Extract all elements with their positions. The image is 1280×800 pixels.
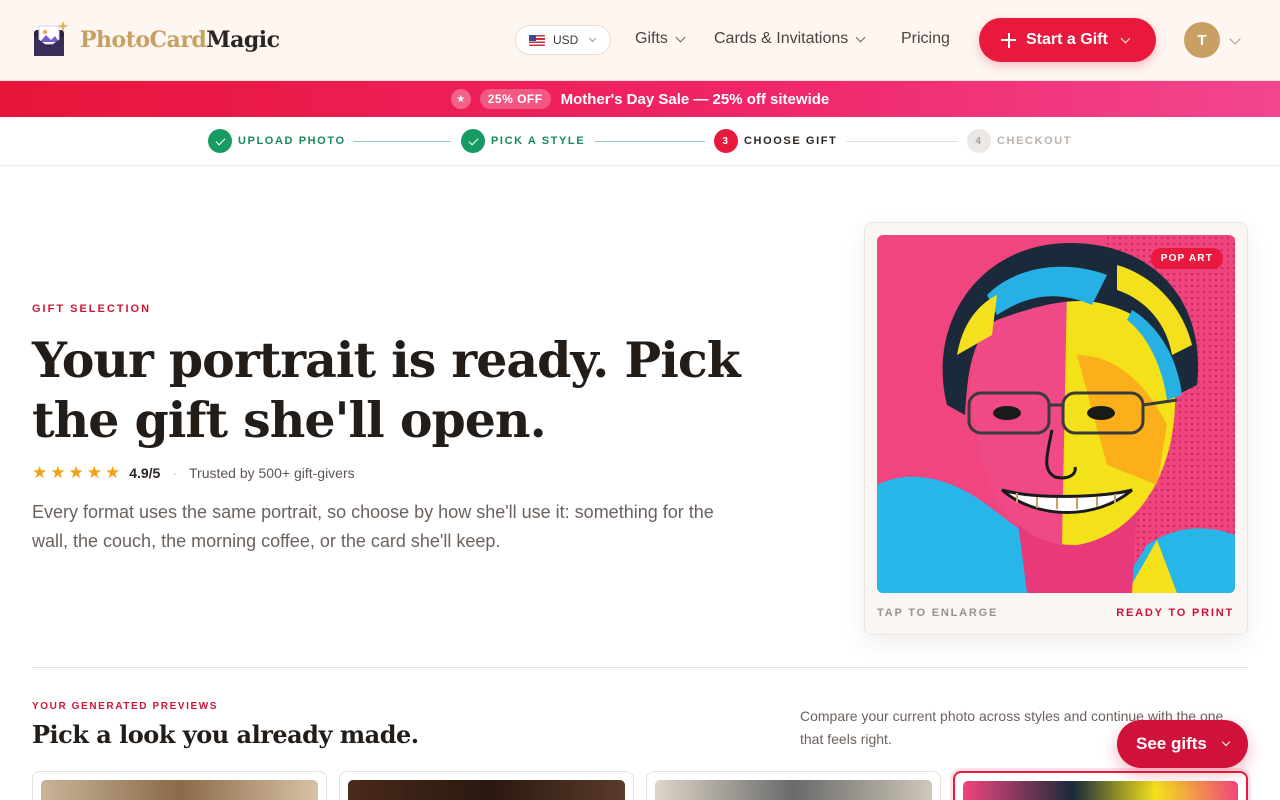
step-upload-photo[interactable]: UPLOAD PHOTO [208,129,346,153]
hero-description: Every format uses the same portrait, so … [32,502,714,551]
see-gifts-button[interactable]: See gifts [1117,720,1248,768]
step-complete-check-icon [208,129,232,153]
thumbnail-image [963,781,1238,800]
step-connector [353,141,451,142]
star-badge-icon: ★ [450,89,471,109]
thumbnail-image [41,780,318,800]
step-number: 3 [714,129,738,153]
preview-thumbnail[interactable] [339,771,634,800]
user-avatar[interactable]: T [1184,22,1220,58]
envelope-logo-icon [32,20,70,60]
promo-banner[interactable]: ★ 25% OFF Mother's Day Sale — 25% off si… [0,81,1280,117]
page-title: Your portrait is ready. Pick the gift sh… [32,331,741,449]
rating-value: 4.9/5 [129,465,161,481]
nav-pricing-label: Pricing [901,30,950,47]
preview-thumbnail[interactable] [32,771,327,800]
nav-pricing[interactable]: Pricing [901,30,950,48]
step-label: CHOOSE GIFT [744,135,838,147]
previews-eyebrow: YOUR GENERATED PREVIEWS [32,701,219,712]
star-rating-icon: ★★★★★ [32,463,124,482]
chevron-down-icon [675,32,686,42]
progress-stepper: UPLOAD PHOTO PICK A STYLE 3 CHOOSE GIFT … [0,117,1280,166]
nav-gifts[interactable]: Gifts [635,30,686,48]
previews-title: Pick a look you already made. [32,720,419,749]
chevron-down-icon [1120,33,1131,43]
nav-cards-label: Cards & Invitations [714,30,849,47]
trust-text: Trusted by 500+ gift-givers [189,465,355,481]
step-pick-style[interactable]: PICK A STYLE [461,129,585,153]
plus-icon [1001,32,1016,48]
currency-select[interactable]: USD [515,25,611,55]
step-label: CHECKOUT [997,135,1073,147]
site-header: PhotoCardMagic USD Gifts Cards & Invitat… [0,0,1280,81]
ready-to-print-status: READY TO PRINT [1116,607,1234,619]
brand-logo[interactable]: PhotoCardMagic [32,20,280,60]
brand-name-second: Magic [206,27,280,53]
brand-name: PhotoCardMagic [80,27,280,53]
brand-name-first: PhotoCard [80,27,207,53]
promo-text: Mother's Day Sale — 25% off sitewide [560,90,830,108]
hero-eyebrow: GIFT SELECTION [32,303,152,315]
us-flag-icon [529,34,545,46]
promo-discount-badge: 25% OFF [479,89,551,109]
preview-thumbnail-selected[interactable] [953,771,1248,800]
portrait-image[interactable]: POP ART [877,235,1235,593]
portrait-preview-card[interactable]: POP ART TAP TO ENLARGE READY TO PRINT [864,222,1248,635]
separator-dot: · [172,465,178,481]
preview-thumbnail[interactable] [646,771,941,800]
rating-row: ★★★★★ 4.9/5 · Trusted by 500+ gift-giver… [32,463,355,483]
chevron-down-icon [855,32,866,42]
nav-gifts-label: Gifts [635,30,668,47]
thumbnail-image [655,780,932,800]
nav-cards-invitations[interactable]: Cards & Invitations [714,30,866,48]
section-divider [32,667,1248,668]
chevron-down-icon [1221,737,1231,747]
start-gift-button[interactable]: Start a Gift [979,18,1156,62]
thumbnail-image [348,780,625,800]
see-gifts-label: See gifts [1136,734,1207,753]
step-label: PICK A STYLE [491,135,586,147]
step-number: 4 [967,129,991,153]
step-checkout: 4 CHECKOUT [967,129,1072,153]
step-label: UPLOAD PHOTO [238,135,346,147]
step-choose-gift[interactable]: 3 CHOOSE GIFT [714,129,837,153]
step-complete-check-icon [461,129,485,153]
chevron-down-icon [589,34,597,42]
tap-to-enlarge-caption[interactable]: TAP TO ENLARGE [877,607,998,619]
step-connector [846,141,958,142]
start-gift-label: Start a Gift [1026,31,1108,48]
account-chevron-down-icon[interactable] [1229,33,1241,45]
currency-label: USD [553,33,579,47]
step-connector [595,141,705,142]
style-badge: POP ART [1150,248,1223,269]
